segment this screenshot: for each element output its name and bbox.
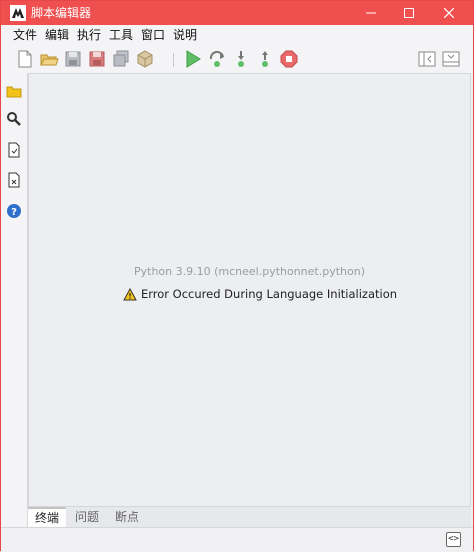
- menu-tools[interactable]: 工具: [109, 28, 133, 42]
- window-title: 脚本编辑器: [31, 6, 92, 20]
- tab-terminal[interactable]: 终端: [28, 507, 67, 527]
- minimize-icon: [366, 8, 376, 18]
- maximize-button[interactable]: [391, 1, 427, 25]
- svg-text:?: ?: [11, 207, 17, 218]
- open-folder-icon[interactable]: [39, 49, 59, 69]
- app-logo-icon: [10, 5, 26, 21]
- maximize-icon: [404, 8, 414, 18]
- help-icon[interactable]: ?: [6, 203, 22, 219]
- status-bar: <>: [1, 527, 473, 552]
- error-message: Error Occured During Language Initializa…: [141, 287, 398, 301]
- menu-file[interactable]: 文件: [13, 28, 37, 42]
- collapse-left-icon[interactable]: [417, 49, 437, 69]
- toolbar: [1, 45, 473, 73]
- menu-help[interactable]: 说明: [173, 28, 197, 42]
- close-icon: [444, 8, 454, 18]
- script-file-icon[interactable]: [6, 142, 22, 158]
- error-message-row: Error Occured During Language Initializa…: [123, 286, 397, 302]
- warning-icon: [123, 287, 137, 301]
- title-bar[interactable]: 脚本编辑器: [1, 1, 473, 25]
- side-panel-bar: ?: [1, 73, 28, 533]
- script-doc-icon[interactable]: [6, 172, 22, 188]
- bottom-tabs: 终端 问题 断点: [28, 507, 471, 527]
- menu-bar: 文件 编辑 执行 工具 窗口 说明: [1, 25, 473, 45]
- step-over-icon[interactable]: [207, 49, 227, 69]
- step-into-icon[interactable]: [231, 49, 251, 69]
- close-button[interactable]: [431, 1, 467, 25]
- tab-breakpoints[interactable]: 断点: [108, 507, 146, 527]
- editor-panel[interactable]: Python 3.9.10 (mcneel.pythonnet.python) …: [28, 73, 471, 507]
- search-icon[interactable]: [6, 111, 22, 127]
- folder-icon[interactable]: [6, 83, 22, 99]
- script-editor-window: 脚本编辑器 文件 编辑 执行 工具 窗口 说明 ? Python 3.9.10 …: [0, 0, 474, 552]
- save-icon[interactable]: [63, 49, 83, 69]
- package-icon[interactable]: [135, 49, 155, 69]
- stop-icon[interactable]: [279, 49, 299, 69]
- run-icon[interactable]: [183, 49, 203, 69]
- save-as-icon[interactable]: [87, 49, 107, 69]
- step-out-icon[interactable]: [255, 49, 275, 69]
- minimize-button[interactable]: [353, 1, 389, 25]
- toolbar-separator: [173, 53, 174, 67]
- menu-run[interactable]: 执行: [77, 28, 101, 42]
- code-toggle-button[interactable]: <>: [446, 532, 461, 547]
- menu-window[interactable]: 窗口: [141, 28, 165, 42]
- new-file-icon[interactable]: [15, 49, 35, 69]
- menu-edit[interactable]: 编辑: [45, 28, 69, 42]
- save-all-icon[interactable]: [111, 49, 131, 69]
- collapse-bottom-icon[interactable]: [441, 49, 461, 69]
- python-version-label: Python 3.9.10 (mcneel.pythonnet.python): [133, 265, 366, 278]
- tab-problems[interactable]: 问题: [68, 507, 106, 527]
